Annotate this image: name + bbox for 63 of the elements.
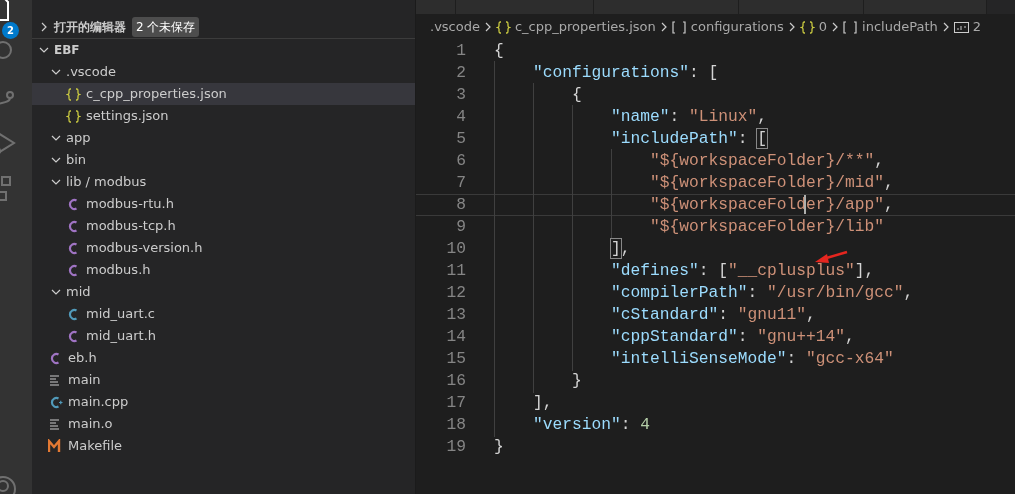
line-number: 4	[455, 105, 466, 128]
breadcrumb-item[interactable]: configurations	[690, 17, 784, 37]
section-header: EBF	[54, 42, 80, 59]
brackets-icon	[843, 20, 859, 34]
braces-icon	[66, 87, 81, 101]
line-number: 1	[455, 39, 466, 62]
breadcrumb-item[interactable]: 0	[818, 17, 828, 37]
line-number: 5	[455, 127, 466, 150]
file-row[interactable]: modbus.h	[32, 259, 415, 281]
file-row[interactable]: main	[32, 369, 415, 391]
m-letter-icon	[48, 439, 63, 453]
line-number: 11	[445, 259, 466, 282]
file-row[interactable]: modbus-rtu.h	[32, 193, 415, 215]
code-line: }	[494, 435, 504, 458]
unsaved-badge: 2 个未保存	[132, 17, 200, 37]
folder-item[interactable]: .vscode	[66, 62, 116, 82]
line-number: 17	[445, 391, 466, 414]
line-number: 15	[445, 347, 466, 370]
folder-item[interactable]: lib / modbus	[66, 172, 147, 192]
chevron-icon	[831, 21, 840, 33]
breadcrumb-item[interactable]: c_cpp_properties.json	[514, 17, 656, 37]
file-row[interactable]: mid_uart.h	[32, 325, 415, 347]
abc-icon	[953, 20, 969, 34]
notification-badge: 2	[2, 22, 19, 39]
line-number: 3	[455, 83, 466, 106]
line-number: 10	[445, 237, 466, 260]
file-row[interactable]: modbus-version.h	[32, 237, 415, 259]
chevron-icon	[483, 21, 492, 33]
breadcrumb-item[interactable]: 2	[972, 17, 982, 37]
braces-icon	[799, 20, 815, 34]
file-row[interactable]: Makefile	[32, 435, 415, 457]
file-row[interactable]: main.o	[32, 413, 415, 435]
braces-icon	[495, 20, 511, 34]
brackets-icon	[671, 20, 687, 34]
folder-item[interactable]: mid	[66, 282, 91, 302]
file-row[interactable]: mid_uart.c	[32, 303, 415, 325]
chevron-icon	[787, 21, 796, 33]
line-number: 18	[445, 413, 466, 436]
file-row[interactable]: c_cpp_properties.json	[32, 83, 415, 105]
file-row[interactable]: eb.h	[32, 347, 415, 369]
line-number: 14	[445, 325, 466, 348]
file-row[interactable]: main.cpp	[32, 391, 415, 413]
line-number: 9	[455, 215, 466, 238]
chevron-icon	[941, 21, 950, 33]
line-number: 2	[455, 61, 466, 84]
section-header: 打开的编辑器	[54, 19, 126, 36]
breadcrumb-item[interactable]: includePath	[862, 17, 938, 37]
line-number: 19	[445, 435, 466, 458]
line-number: 16	[445, 369, 466, 392]
braces-icon	[66, 109, 81, 123]
line-number: 7	[455, 171, 466, 194]
file-row[interactable]: settings.json	[32, 105, 415, 127]
line-number: 12	[445, 281, 466, 304]
line-number: 8	[455, 193, 466, 216]
code-line: {	[494, 39, 504, 62]
file-row[interactable]: modbus-tcp.h	[32, 215, 415, 237]
chevron-icon	[659, 21, 668, 33]
line-number: 6	[455, 149, 466, 172]
folder-item[interactable]: app	[66, 128, 91, 148]
c-plus-icon	[48, 395, 63, 409]
line-number: 13	[445, 303, 466, 326]
breadcrumb-item[interactable]: .vscode	[430, 17, 480, 37]
folder-item[interactable]: bin	[66, 150, 87, 170]
